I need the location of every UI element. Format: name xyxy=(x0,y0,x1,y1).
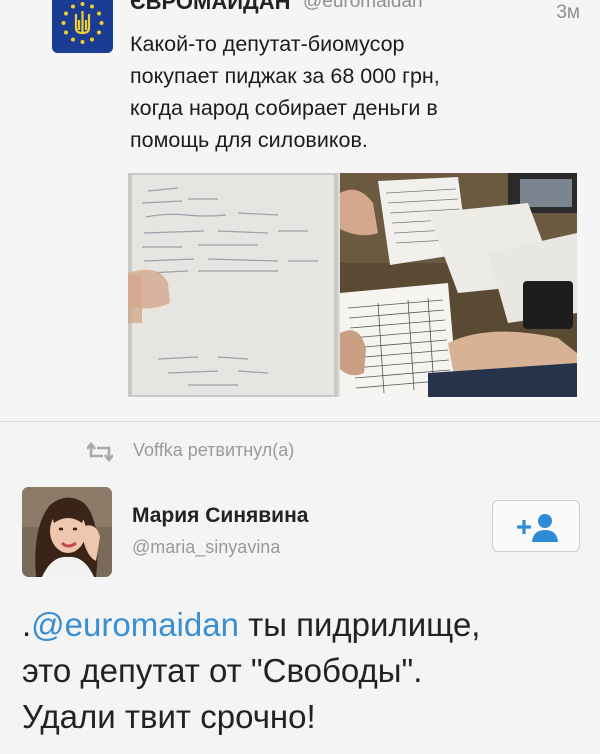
tweet1-text: Какой-то депутат-биомусор покупает пиджа… xyxy=(130,28,570,156)
tweet2-text-line: .@euromaidan ты пидрилище, xyxy=(22,602,592,648)
maria-avatar[interactable] xyxy=(22,487,112,577)
tweet2-author-name[interactable]: Мария Синявина xyxy=(132,504,308,528)
tweet2-text: .@euromaidan ты пидрилище, это депутат о… xyxy=(22,602,592,740)
tweet1-author-name[interactable]: ЄВРОМАЙДАН xyxy=(130,0,291,15)
tweet1-attached-photo[interactable] xyxy=(128,173,577,397)
tweet2-text-line: Удали твит срочно! xyxy=(22,698,316,735)
tweet2-author-handle[interactable]: @maria_sinyavina xyxy=(132,537,280,558)
profile-photo-icon xyxy=(22,487,112,577)
tweet1-author-handle[interactable]: @euromaidan xyxy=(303,0,423,13)
tweet2-text-line: это депутат от "Свободы". xyxy=(22,652,423,689)
tweet1-text-line: Какой-то депутат-биомусор xyxy=(130,32,405,56)
tweet1-text-line: покупает пиджак за 68 000 грн, xyxy=(130,64,440,88)
tweet1-header: ЄВРОМАЙДАН @euromaidan xyxy=(130,0,590,15)
receipt-photo-icon xyxy=(128,173,577,397)
euromaidan-avatar[interactable] xyxy=(52,0,113,53)
tweet-euromaidan[interactable]: ЄВРОМАЙДАН @euromaidan 3м Какой-то депут… xyxy=(0,0,600,421)
retweet-label[interactable]: Voffka ретвитнул(а) xyxy=(133,440,294,461)
mention-link[interactable]: @euromaidan xyxy=(31,606,239,643)
tweet-divider xyxy=(0,421,600,422)
add-user-icon xyxy=(517,514,558,542)
follow-button[interactable] xyxy=(492,500,580,552)
trident-eu-flag-icon xyxy=(52,0,113,53)
tweet1-text-line: помощь для силовиков. xyxy=(130,128,368,152)
tweet1-text-line: когда народ собирает деньги в xyxy=(130,96,438,120)
tweet2-text-prefix: . xyxy=(22,606,32,643)
retweet-icon xyxy=(87,442,113,462)
tweet2-text-after-mention: ты пидрилище, xyxy=(238,606,481,643)
tweet1-timestamp: 3м xyxy=(556,2,580,23)
retweet-context[interactable]: Voffka ретвитнул(а) xyxy=(0,438,600,468)
